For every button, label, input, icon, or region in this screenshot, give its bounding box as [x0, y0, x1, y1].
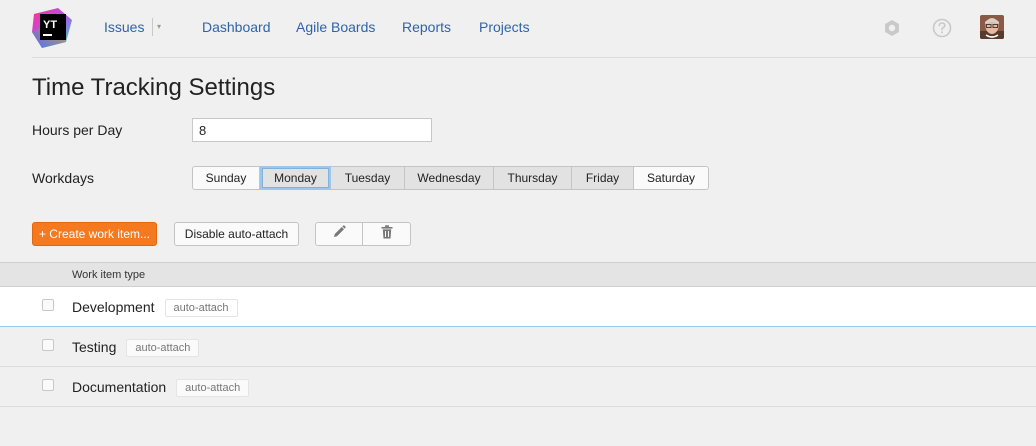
nav-issues[interactable]: Issues	[104, 19, 144, 35]
row-checkbox[interactable]	[42, 299, 54, 311]
day-tuesday[interactable]: Tuesday	[331, 166, 405, 190]
nav-projects[interactable]: Projects	[479, 19, 530, 35]
day-thursday[interactable]: Thursday	[494, 166, 572, 190]
auto-attach-badge: auto-attach	[176, 379, 250, 397]
table-row-testing[interactable]: Testing auto-attach	[0, 327, 1036, 367]
table-header: Work item type	[0, 262, 1036, 287]
row-name: Documentation auto-attach	[72, 379, 250, 397]
hours-per-day-label: Hours per Day	[32, 122, 123, 138]
day-saturday[interactable]: Saturday	[634, 166, 709, 190]
day-monday[interactable]: Monday	[260, 166, 331, 190]
disable-auto-attach-button[interactable]: Disable auto-attach	[174, 222, 299, 246]
page-title: Time Tracking Settings	[32, 74, 276, 101]
nav-reports[interactable]: Reports	[402, 19, 451, 35]
row-name: Development auto-attach	[72, 299, 238, 317]
day-wednesday[interactable]: Wednesday	[405, 166, 494, 190]
day-friday[interactable]: Friday	[572, 166, 634, 190]
day-sunday[interactable]: Sunday	[192, 166, 260, 190]
workdays-toggle-group: Sunday Monday Tuesday Wednesday Thursday…	[192, 166, 709, 190]
chevron-down-icon[interactable]: ▾	[157, 22, 161, 31]
top-nav-bar: YT Issues ▾ Dashboard Agile Boards Repor…	[0, 0, 1036, 58]
create-work-item-button[interactable]: + Create work item...	[32, 222, 157, 246]
youtrack-logo-icon[interactable]: YT	[32, 8, 72, 48]
row-checkbox[interactable]	[42, 339, 54, 351]
gear-icon[interactable]	[881, 17, 903, 39]
row-name: Testing auto-attach	[72, 339, 200, 357]
delete-button[interactable]	[363, 222, 411, 246]
auto-attach-badge: auto-attach	[164, 299, 238, 317]
column-work-item-type[interactable]: Work item type	[72, 269, 145, 281]
edit-button[interactable]	[315, 222, 363, 246]
logo-text: YT	[43, 19, 57, 31]
table-row-development[interactable]: Development auto-attach	[0, 287, 1036, 327]
hours-per-day-input[interactable]	[192, 118, 432, 142]
auto-attach-badge: auto-attach	[126, 339, 200, 357]
nav-dashboard[interactable]: Dashboard	[202, 19, 271, 35]
work-item-type-name: Development	[72, 299, 155, 315]
work-item-type-name: Documentation	[72, 379, 167, 395]
work-item-type-name: Testing	[72, 339, 117, 355]
nav-agile-boards[interactable]: Agile Boards	[296, 19, 375, 35]
edit-delete-button-group	[315, 222, 411, 246]
row-checkbox[interactable]	[42, 379, 54, 391]
user-avatar[interactable]	[980, 15, 1004, 39]
nav-separator	[152, 18, 153, 36]
header-divider	[32, 57, 1036, 58]
trash-icon	[379, 224, 395, 245]
workdays-label: Workdays	[32, 170, 94, 186]
table-row-documentation[interactable]: Documentation auto-attach	[0, 367, 1036, 407]
pencil-icon	[331, 224, 347, 245]
help-icon[interactable]	[931, 17, 953, 39]
